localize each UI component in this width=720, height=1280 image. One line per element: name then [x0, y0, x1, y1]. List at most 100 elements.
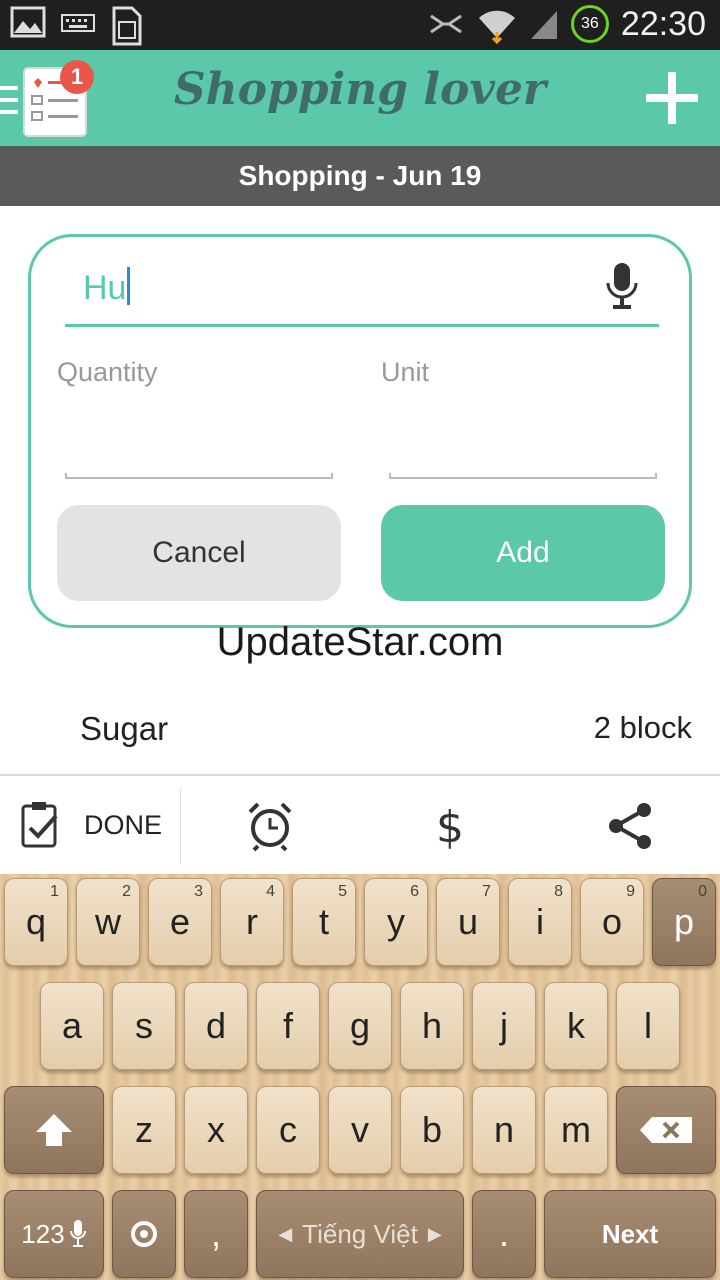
key-u[interactable]: 7u: [436, 878, 500, 966]
status-bar: 36 22:30: [0, 0, 720, 50]
watermark: UpdateStar.com: [216, 620, 504, 664]
unit-input[interactable]: [389, 473, 657, 479]
key-k[interactable]: k: [544, 982, 608, 1070]
backspace-key[interactable]: [616, 1086, 716, 1174]
add-item-dialog: Hu Quantity Unit Cancel Add: [28, 234, 692, 628]
space-key[interactable]: ◀ Tiếng Việt ▶: [256, 1190, 464, 1278]
key-hint: 5: [338, 883, 347, 900]
key-hint: 8: [554, 883, 563, 900]
key-hint: 4: [266, 883, 275, 900]
key-p[interactable]: 0p: [652, 878, 716, 966]
wifi-icon: [478, 10, 515, 44]
key-s[interactable]: s: [112, 982, 176, 1070]
key-t[interactable]: 5t: [292, 878, 356, 966]
sim-card-icon: [112, 6, 142, 46]
item-quantity: 2 block: [593, 710, 692, 745]
microphone-icon[interactable]: [605, 261, 639, 311]
language-right-arrow: ▶: [427, 1223, 442, 1244]
comma-key[interactable]: ,: [184, 1190, 248, 1278]
share-icon[interactable]: [606, 800, 654, 852]
key-label: w: [95, 901, 121, 942]
key-hint: 9: [626, 883, 635, 900]
shift-icon: [36, 1114, 72, 1146]
backspace-icon: [640, 1117, 692, 1143]
key-label: y: [387, 901, 405, 942]
language-left-arrow: ◀: [278, 1223, 293, 1244]
list-toolbar: DONE $: [0, 778, 720, 874]
toolbar-divider: [180, 788, 181, 864]
key-h[interactable]: h: [400, 982, 464, 1070]
key-f[interactable]: f: [256, 982, 320, 1070]
nfc-icon: [430, 14, 462, 34]
key-v[interactable]: v: [328, 1086, 392, 1174]
key-i[interactable]: 8i: [508, 878, 572, 966]
key-hint: 0: [698, 883, 707, 900]
key-hint: 2: [122, 883, 131, 900]
key-label: e: [169, 901, 191, 942]
key-j[interactable]: j: [472, 982, 536, 1070]
svg-text:$: $: [436, 802, 464, 852]
key-b[interactable]: b: [400, 1086, 464, 1174]
key-c[interactable]: c: [256, 1086, 320, 1174]
key-e[interactable]: 3e: [148, 878, 212, 966]
list-item[interactable]: Sugar 2 block: [0, 690, 720, 776]
soft-keyboard: 1q 2w 3e 4r 5t 6y 7u 8i 9o 0p a s d f g …: [0, 874, 720, 1280]
quantity-label: Quantity: [57, 357, 158, 387]
key-n[interactable]: n: [472, 1086, 536, 1174]
app-title: Shopping lover: [173, 64, 547, 115]
settings-key[interactable]: [112, 1190, 176, 1278]
key-z[interactable]: z: [112, 1086, 176, 1174]
key-y[interactable]: 6y: [364, 878, 428, 966]
done-button[interactable]: DONE: [20, 800, 162, 850]
quantity-input[interactable]: [65, 473, 333, 479]
alarm-clock-icon[interactable]: [246, 800, 294, 852]
unit-label: Unit: [381, 357, 430, 387]
symbols-label: 123: [21, 1218, 65, 1249]
app-bar: 1 Shopping lover: [0, 50, 720, 146]
key-label: u: [457, 901, 479, 942]
key-x[interactable]: x: [184, 1086, 248, 1174]
microphone-icon: [69, 1220, 86, 1247]
key-a[interactable]: a: [40, 982, 104, 1070]
gallery-icon: [10, 6, 46, 38]
period-key[interactable]: .: [472, 1190, 536, 1278]
item-name-input[interactable]: Hu: [65, 259, 659, 327]
list-title-bar: Shopping - Jun 19: [0, 146, 720, 206]
key-l[interactable]: l: [616, 982, 680, 1070]
key-hint: 1: [50, 883, 59, 900]
dollar-icon[interactable]: $: [426, 800, 474, 852]
add-button[interactable]: Add: [381, 505, 665, 601]
keyboard-icon: [61, 14, 95, 32]
key-label: r: [246, 901, 258, 942]
battery-icon: 36: [570, 5, 609, 43]
symbols-key[interactable]: 123: [4, 1190, 104, 1278]
key-r[interactable]: 4r: [220, 878, 284, 966]
key-m[interactable]: m: [544, 1086, 608, 1174]
key-hint: 6: [410, 883, 419, 900]
text-cursor: [127, 267, 131, 305]
key-o[interactable]: 9o: [580, 878, 644, 966]
key-d[interactable]: d: [184, 982, 248, 1070]
done-label: DONE: [84, 809, 163, 840]
battery-level: 36: [581, 15, 599, 32]
key-label: i: [536, 901, 544, 942]
item-name-value: Hu: [83, 267, 131, 308]
clock: 22:30: [620, 4, 706, 43]
next-key[interactable]: Next: [544, 1190, 716, 1278]
clipboard-check-icon: [21, 802, 58, 848]
key-hint: 3: [194, 883, 203, 900]
key-label: q: [25, 901, 47, 942]
signal-icon: [530, 11, 557, 39]
item-name: Sugar: [80, 710, 169, 747]
key-w[interactable]: 2w: [76, 878, 140, 966]
key-label: t: [318, 901, 329, 942]
key-g[interactable]: g: [328, 982, 392, 1070]
settings-icon: [131, 1221, 157, 1247]
item-name-text: Hu: [83, 269, 127, 307]
add-icon[interactable]: [646, 72, 698, 124]
cancel-button[interactable]: Cancel: [57, 505, 341, 601]
language-label: Tiếng Việt: [302, 1218, 418, 1249]
shift-key[interactable]: [4, 1086, 104, 1174]
key-q[interactable]: 1q: [4, 878, 68, 966]
key-label: p: [673, 901, 695, 942]
